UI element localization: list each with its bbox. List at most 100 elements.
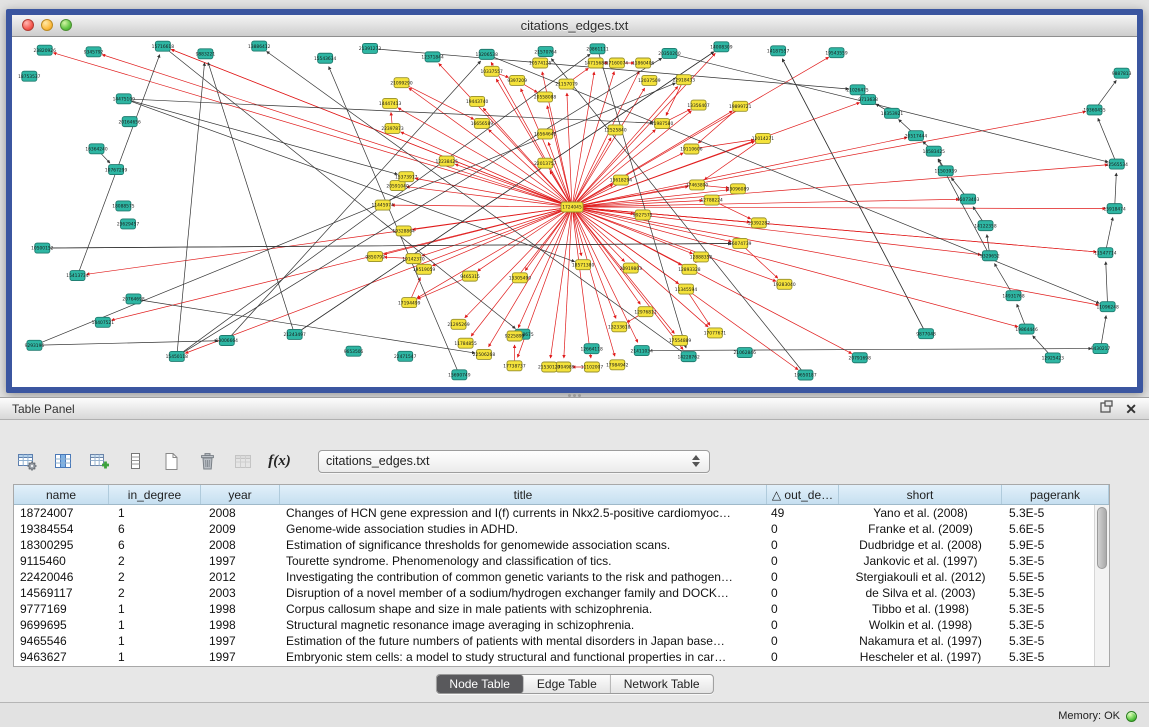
- tab-network-table[interactable]: Network Table: [611, 675, 713, 693]
- graph-node[interactable]: 9465315: [460, 271, 480, 281]
- graph-node[interactable]: 21411034: [631, 346, 654, 356]
- graph-node[interactable]: 13096089: [727, 184, 750, 194]
- table-row[interactable]: 1872400712008Changes of HCN gene express…: [14, 505, 1094, 521]
- graph-node[interactable]: 12893328: [678, 264, 701, 274]
- network-window[interactable]: citations_edges.txt 23820926934579215716…: [6, 9, 1143, 393]
- graph-node[interactable]: 16656589: [471, 118, 494, 128]
- table-row[interactable]: 1456911722003Disruption of a novel membe…: [14, 585, 1094, 601]
- graph-node[interactable]: 19142370: [402, 254, 425, 264]
- graph-node[interactable]: 13356407: [687, 100, 710, 110]
- graph-node[interactable]: 20517444: [905, 131, 928, 141]
- scrollbar-thumb[interactable]: [1097, 507, 1107, 569]
- function-builder-button[interactable]: f(x): [266, 448, 293, 475]
- graph-node[interactable]: 9653506: [344, 346, 364, 356]
- column-header-pagerank[interactable]: pagerank: [1002, 485, 1109, 504]
- column-header-short[interactable]: short: [839, 485, 1002, 504]
- graph-node[interactable]: 22918433: [673, 75, 696, 85]
- network-canvas[interactable]: 2382092693457921571661898832211388641215…: [12, 37, 1137, 387]
- graph-node[interactable]: 19899721: [729, 101, 752, 111]
- graph-node[interactable]: 12925423: [1042, 353, 1065, 363]
- graph-node[interactable]: 21026475: [846, 85, 869, 95]
- graph-node[interactable]: 11987580: [651, 119, 674, 129]
- column-header-year[interactable]: year: [201, 485, 280, 504]
- graph-node[interactable]: 11547714: [1094, 248, 1117, 258]
- graph-node[interactable]: 20350200: [658, 48, 681, 58]
- table-row[interactable]: 977716911998Corpus callosum shape and si…: [14, 601, 1094, 617]
- import-table-button[interactable]: [230, 448, 257, 475]
- memory-ok-indicator[interactable]: [1126, 711, 1137, 722]
- graph-node[interactable]: 9887813: [1112, 68, 1132, 78]
- graph-node[interactable]: 9225899: [505, 331, 525, 341]
- graph-node[interactable]: 13618294: [610, 175, 633, 185]
- select-columns-button[interactable]: [50, 448, 77, 475]
- graph-node[interactable]: 9850792: [365, 252, 385, 262]
- graph-node[interactable]: 17463800: [686, 180, 709, 190]
- graph-node[interactable]: 13886412: [248, 41, 271, 51]
- graph-node[interactable]: 13206538: [476, 49, 499, 59]
- graph-node[interactable]: 21099290: [390, 78, 413, 88]
- graph-node[interactable]: 11784855: [454, 338, 477, 348]
- graph-node[interactable]: 15413734: [66, 271, 89, 281]
- graph-node[interactable]: 13233618: [608, 322, 631, 332]
- graph-node[interactable]: 19443740: [466, 96, 489, 106]
- graph-node[interactable]: 17738737: [503, 361, 526, 371]
- graph-node[interactable]: 9877048: [916, 329, 936, 339]
- graph-node[interactable]: 22471547: [394, 351, 417, 361]
- column-header-out_degree[interactable]: △ out_de…: [767, 485, 839, 504]
- table-selector-combobox[interactable]: citations_edges.txt: [318, 450, 710, 473]
- graph-node[interactable]: 11345594: [675, 284, 698, 294]
- graph-node[interactable]: 13305490: [509, 273, 532, 283]
- graph-node[interactable]: 14931768: [1002, 291, 1025, 301]
- graph-node[interactable]: 19864446: [1015, 324, 1038, 334]
- graph-node[interactable]: 17194499: [398, 298, 421, 308]
- graph-node[interactable]: 20764698: [122, 294, 145, 304]
- graph-node[interactable]: 11445974: [372, 200, 395, 210]
- delete-button[interactable]: [194, 448, 221, 475]
- graph-node[interactable]: 19543559: [825, 48, 848, 58]
- graph-node[interactable]: 21062846: [734, 348, 757, 358]
- graph-node[interactable]: 9329652: [980, 251, 1000, 261]
- graph-node[interactable]: 20919803: [620, 263, 643, 273]
- graph-node[interactable]: 9927575: [633, 210, 653, 220]
- graph-node[interactable]: 14187557: [767, 46, 790, 56]
- graph-node[interactable]: 21391273: [359, 43, 382, 53]
- graph-node[interactable]: 12565534: [1106, 159, 1129, 169]
- graph-node[interactable]: 10500152: [31, 243, 54, 253]
- graph-node[interactable]: 15450118: [166, 351, 189, 361]
- graph-node[interactable]: 10337557: [480, 66, 503, 76]
- graph-node[interactable]: 9293196: [25, 340, 45, 350]
- tab-edge-table[interactable]: Edge Table: [524, 675, 611, 693]
- close-window-button[interactable]: [22, 19, 34, 31]
- graph-node[interactable]: 20861111: [586, 44, 609, 54]
- zoom-window-button[interactable]: [60, 19, 72, 31]
- graph-node[interactable]: 14008309: [710, 42, 733, 52]
- table-row[interactable]: 946362711997Embryonic stem cells: a mode…: [14, 649, 1094, 665]
- graph-node[interactable]: 20558088: [534, 92, 557, 102]
- table-row[interactable]: 969969511998Structural magnetic resonanc…: [14, 617, 1094, 633]
- graph-node[interactable]: 9713638: [858, 95, 878, 105]
- graph-node[interactable]: 18571380: [572, 260, 595, 270]
- graph-node[interactable]: 12371844: [421, 52, 444, 62]
- graph-node[interactable]: 17554889: [669, 335, 692, 345]
- graph-node[interactable]: 14353921: [881, 108, 904, 118]
- graph-node[interactable]: 19360455: [1083, 105, 1106, 115]
- new-file-button[interactable]: [158, 448, 185, 475]
- graph-node[interactable]: 9397209: [507, 75, 527, 85]
- vertical-scrollbar[interactable]: [1094, 505, 1109, 666]
- graph-node[interactable]: 15690749: [448, 370, 471, 380]
- graph-node[interactable]: 15716618: [152, 41, 175, 51]
- graph-node[interactable]: 21243497: [283, 329, 306, 339]
- table-row[interactable]: 1830029562008Estimation of significance …: [14, 537, 1094, 553]
- graph-node[interactable]: 14583425: [923, 146, 946, 156]
- graph-node[interactable]: 20791698: [849, 353, 872, 363]
- close-panel-icon[interactable]: ✕: [1125, 402, 1137, 416]
- graph-node[interactable]: 11503939: [935, 166, 958, 176]
- graph-node[interactable]: 23820926: [34, 45, 57, 55]
- graph-node[interactable]: 19283040: [773, 279, 796, 289]
- graph-node[interactable]: 14407521: [92, 317, 115, 327]
- graph-node[interactable]: 12238425: [436, 156, 459, 166]
- graph-node[interactable]: 22397873: [381, 123, 404, 133]
- column-header-name[interactable]: name: [14, 485, 109, 504]
- graph-node[interactable]: 12888352: [690, 252, 713, 262]
- graph-node[interactable]: 19650187: [794, 370, 817, 380]
